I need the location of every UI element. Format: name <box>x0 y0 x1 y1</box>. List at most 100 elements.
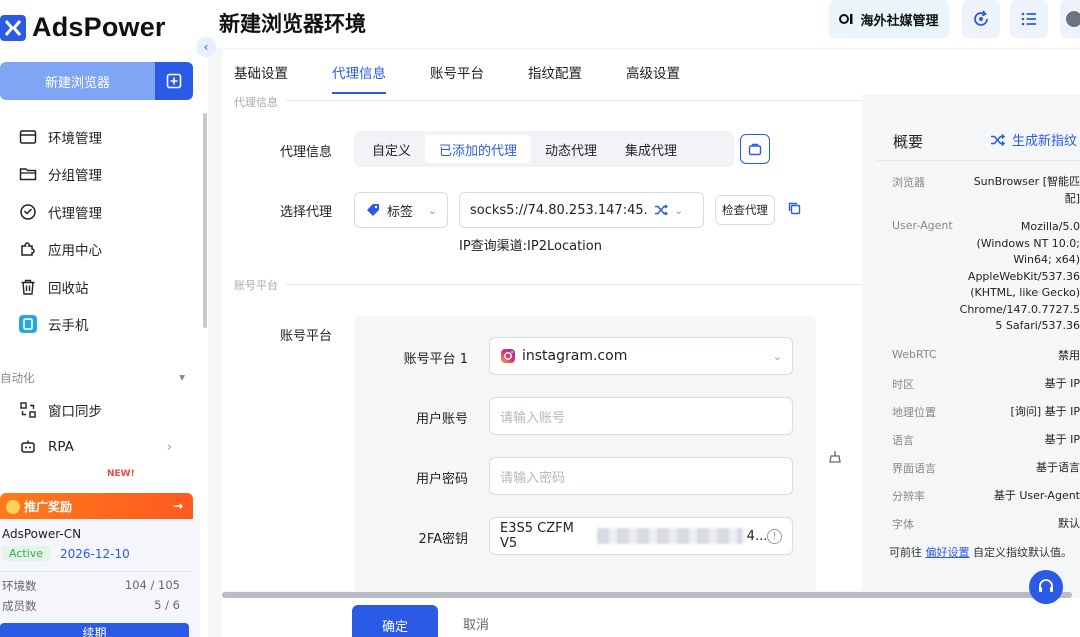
cloud-phone-icon <box>18 314 38 334</box>
sidebar-item-apps[interactable]: 应用中心 <box>0 231 200 269</box>
social-media-button[interactable]: 海外社媒管理 <box>829 0 949 38</box>
promo-label: 推广奖励 <box>24 499 73 514</box>
twofa-prefix: E3S5 CZFM V5 <box>500 521 574 551</box>
overview-row-user-agent: User-Agent Mozilla/5.0 (Windows NT 10.0;… <box>892 219 1080 332</box>
user-account-label: 用户账号 <box>415 412 468 427</box>
tab-basic[interactable]: 基础设置 <box>222 50 300 94</box>
user-account-input[interactable]: 请输入账号 <box>489 397 793 435</box>
new-browser-button-group: 新建浏览器 <box>0 62 193 100</box>
proxy-select[interactable]: socks5://74.80.253.147:45... ⌄ <box>459 192 704 228</box>
sidebar-scrollbar[interactable] <box>203 113 207 328</box>
preferences-link[interactable]: 偏好设置 <box>926 546 970 559</box>
proxy-type-integrated[interactable]: 集成代理 <box>611 135 691 163</box>
status-badge: Active <box>2 546 51 561</box>
sidebar-nav: 环境管理 分组管理 代理管理 应用中心 回收站 云手机 <box>0 118 200 343</box>
sidebar-item-label: 回收站 <box>48 280 89 297</box>
avatar[interactable] <box>1060 0 1080 38</box>
sidebar-item-trash[interactable]: 回收站 <box>0 268 200 306</box>
account-section-title: 账号平台 <box>234 279 278 292</box>
new-badge: NEW! <box>107 469 135 479</box>
account-platform-box: 账号平台 1 instagram.com ⌄ 用户账号 请输入账号 用户密码 请… <box>354 316 816 591</box>
new-browser-button[interactable]: 新建浏览器 <box>0 62 155 100</box>
promo-banner[interactable]: 推广奖励 → <box>0 493 193 519</box>
support-chat-button[interactable] <box>1029 570 1063 604</box>
overview-row-browser: 浏览器 SunBrowser [智能匹 配] <box>892 175 1080 205</box>
window-icon <box>18 127 38 147</box>
collapse-sidebar-button[interactable]: ‹ <box>196 37 216 57</box>
platform1-select[interactable]: instagram.com ⌄ <box>489 337 793 375</box>
confirm-button[interactable]: 确定 <box>352 605 438 637</box>
refresh-icon <box>974 10 988 26</box>
user-password-placeholder: 请输入密码 <box>500 470 566 486</box>
tag-select[interactable]: 标签 ⌄ <box>354 192 448 228</box>
account-name: AdsPower-CN <box>2 527 82 541</box>
proxy-section-title: 代理信息 <box>234 96 278 109</box>
chevron-right-icon: › <box>166 439 172 456</box>
overview-title: 概要 <box>893 133 924 151</box>
tab-fingerprint[interactable]: 指纹配置 <box>516 50 594 94</box>
automation-nav: 窗口同步 RPA › <box>0 391 200 466</box>
overview-row-resolution: 分辨率 基于 User-Agent <box>892 489 1080 503</box>
plus-box-icon <box>166 73 182 89</box>
proxy-store-button[interactable] <box>740 134 770 164</box>
sidebar-item-cloud-phone[interactable]: 云手机 <box>0 306 200 344</box>
automation-label: 自动化 <box>0 371 35 385</box>
tab-bar: 基础设置 代理信息 账号平台 指纹配置 高级设置 <box>222 50 1080 94</box>
twofa-input[interactable]: E3S5 CZFM V5 4... ! <box>489 517 793 555</box>
refresh-button[interactable] <box>962 0 1000 38</box>
trash-icon <box>18 277 38 297</box>
user-password-input[interactable]: 请输入密码 <box>489 457 793 495</box>
proxy-type-dynamic[interactable]: 动态代理 <box>531 135 611 163</box>
overview-row-language: 语言 基于 IP <box>892 433 1080 447</box>
shuffle-icon <box>991 133 1006 146</box>
app-logo-text: AdsPower <box>32 12 166 42</box>
delete-platform-button[interactable] <box>828 450 842 468</box>
member-count-row: 成员数 5 / 6 <box>2 598 190 614</box>
sidebar-item-proxy[interactable]: 代理管理 <box>0 193 200 231</box>
sidebar-item-rpa[interactable]: RPA › <box>0 429 200 467</box>
chevron-down-icon: ⌄ <box>772 349 782 363</box>
proxy-type-custom[interactable]: 自定义 <box>358 135 425 163</box>
sidebar-item-group[interactable]: 分组管理 <box>0 156 200 194</box>
copy-icon <box>788 202 801 215</box>
automation-section-header[interactable]: 自动化 ▾ <box>0 370 185 386</box>
sidebar-item-label: 应用中心 <box>48 243 102 260</box>
robot-icon <box>18 437 38 457</box>
env-count-value: 104 / 105 <box>124 578 180 592</box>
arrow-right-icon: → <box>172 499 183 513</box>
task-list-button[interactable] <box>1010 0 1048 38</box>
tab-account[interactable]: 账号平台 <box>418 50 496 94</box>
env-count-label: 环境数 <box>2 579 37 593</box>
tab-proxy[interactable]: 代理信息 <box>320 50 398 94</box>
info-icon[interactable]: ! <box>767 528 782 544</box>
page-title: 新建浏览器环境 <box>219 12 366 36</box>
sidebar-item-label: 云手机 <box>48 318 89 335</box>
platform1-value: instagram.com <box>522 348 628 364</box>
sidebar-item-label: 代理管理 <box>48 205 102 222</box>
proxy-info-label: 代理信息 <box>279 145 332 160</box>
chevron-left-icon: ‹ <box>203 40 209 54</box>
tag-select-label: 标签 <box>387 204 414 220</box>
tab-advanced[interactable]: 高级设置 <box>614 50 692 94</box>
cancel-button[interactable]: 取消 <box>446 605 506 637</box>
generate-fingerprint-label: 生成新指纹 <box>1012 134 1078 149</box>
sidebar-item-env[interactable]: 环境管理 <box>0 118 200 156</box>
user-account-placeholder: 请输入账号 <box>500 410 566 426</box>
copy-proxy-button[interactable] <box>788 202 801 219</box>
sidebar-item-label: 窗口同步 <box>48 403 102 420</box>
select-proxy-label: 选择代理 <box>279 205 332 220</box>
check-proxy-button[interactable]: 检查代理 <box>715 195 775 225</box>
chevron-down-icon: ⌄ <box>674 203 684 217</box>
generate-fingerprint-button[interactable]: 生成新指纹 <box>990 130 1077 149</box>
proxy-type-added[interactable]: 已添加的代理 <box>425 135 532 163</box>
sync-icon <box>18 400 38 420</box>
proxy-icon <box>18 202 38 222</box>
app-logo[interactable]: AdsPower <box>0 12 166 43</box>
member-count-value: 5 / 6 <box>154 598 180 612</box>
social-logo-icon <box>839 14 853 24</box>
account-card: AdsPower-CN Active 2026-12-10 环境数 104 / … <box>0 519 200 637</box>
renew-button[interactable]: 续期 <box>0 623 189 637</box>
quick-add-button[interactable] <box>155 62 193 100</box>
sidebar-item-window-sync[interactable]: 窗口同步 <box>0 391 200 429</box>
overview-row-timezone: 时区 基于 IP <box>892 377 1080 391</box>
